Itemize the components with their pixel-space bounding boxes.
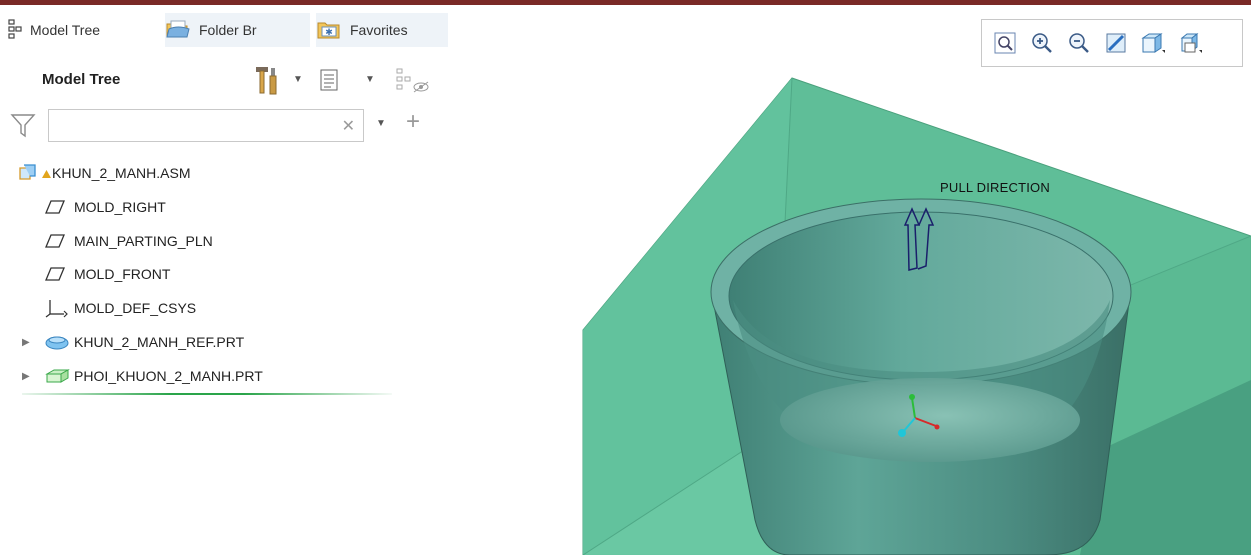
warning-triangle-icon — [42, 165, 51, 181]
search-dropdown-icon[interactable]: ▼ — [376, 118, 386, 129]
folder-browser-icon — [165, 18, 191, 43]
datum-plane-icon — [44, 264, 68, 284]
reference-part-icon — [44, 332, 69, 352]
clear-icon[interactable]: ✕ — [342, 116, 355, 136]
workpiece-part-icon — [44, 366, 70, 386]
tree-search-row: ✕ ▼ + — [0, 104, 452, 144]
tab-label: Model Tree — [30, 22, 101, 38]
datum-plane-icon — [44, 197, 68, 217]
tree-filter-icon[interactable] — [395, 67, 431, 97]
model-tree-icon — [8, 18, 22, 42]
tree-columns-icon[interactable] — [320, 69, 338, 91]
tree-node-workpiece[interactable]: ▶ PHOI_KHUON_2_MANH.PRT — [22, 362, 263, 390]
tree-node-label: MOLD_RIGHT — [74, 199, 166, 215]
tab-model-tree[interactable]: Model Tree — [8, 13, 158, 47]
navigator-panel: Model Tree Folder Br ✱ Favorites Model T… — [0, 5, 453, 555]
tree-node-label: MOLD_DEF_CSYS — [74, 300, 197, 316]
refit-icon[interactable] — [990, 28, 1020, 58]
datum-plane-icon — [44, 231, 68, 251]
filter-icon[interactable] — [10, 111, 40, 139]
tree-node-label: KHUN_2_MANH_REF.PRT — [74, 334, 245, 350]
tree-node-ref-part[interactable]: ▶ KHUN_2_MANH_REF.PRT — [22, 328, 245, 356]
tab-folder-browser[interactable]: Folder Br — [165, 13, 310, 47]
tree-node-label: MAIN_PARTING_PLN — [74, 233, 213, 249]
search-input[interactable] — [55, 110, 339, 141]
graphics-window[interactable]: PULL DIRECTION — [452, 5, 1251, 555]
tree-node-mold-def-csys[interactable]: MOLD_DEF_CSYS — [44, 294, 196, 322]
zoom-out-icon[interactable] — [1064, 28, 1094, 58]
tree-node-mold-right[interactable]: MOLD_RIGHT — [44, 193, 166, 221]
tree-node-mold-front[interactable]: MOLD_FRONT — [44, 260, 170, 288]
svg-text:✱: ✱ — [325, 28, 333, 38]
favorites-icon: ✱ — [316, 18, 342, 43]
search-box: ✕ — [48, 109, 364, 142]
tools-dropdown-icon[interactable]: ▼ — [293, 74, 303, 85]
tools-icon[interactable] — [254, 65, 279, 97]
repaint-icon[interactable] — [1101, 28, 1131, 58]
assembly-icon — [18, 163, 38, 183]
tree-node-root[interactable]: KHUN_2_MANH.ASM — [18, 159, 190, 187]
plus-icon[interactable]: + — [406, 110, 420, 134]
mold-model-view[interactable] — [452, 5, 1251, 555]
expand-arrow-icon[interactable]: ▶ — [22, 371, 30, 382]
expand-arrow-icon[interactable]: ▶ — [22, 337, 30, 348]
tab-label: Folder Br — [199, 22, 257, 38]
zoom-in-icon[interactable] — [1027, 28, 1057, 58]
tab-favorites[interactable]: ✱ Favorites — [316, 13, 448, 47]
reference-part-cup — [710, 198, 1132, 555]
view-toolbar — [981, 19, 1243, 67]
saved-views-icon[interactable] — [1175, 28, 1205, 58]
display-style-icon[interactable] — [1138, 28, 1168, 58]
model-tree-header: Model Tree ▼ ▼ — [0, 59, 452, 99]
pull-direction-label: PULL DIRECTION — [940, 180, 1050, 195]
tree-node-main-parting-pln[interactable]: MAIN_PARTING_PLN — [44, 227, 213, 255]
tree-node-label: KHUN_2_MANH.ASM — [52, 165, 191, 181]
panel-title: Model Tree — [42, 71, 121, 88]
tab-label: Favorites — [350, 22, 408, 38]
tree-insert-indicator — [22, 393, 392, 395]
columns-dropdown-icon[interactable]: ▼ — [365, 74, 375, 85]
tree-node-label: PHOI_KHUON_2_MANH.PRT — [74, 368, 263, 384]
tree-node-label: MOLD_FRONT — [74, 266, 171, 282]
navigator-tabs: Model Tree Folder Br ✱ Favorites — [0, 5, 452, 54]
csys-icon — [44, 298, 68, 318]
